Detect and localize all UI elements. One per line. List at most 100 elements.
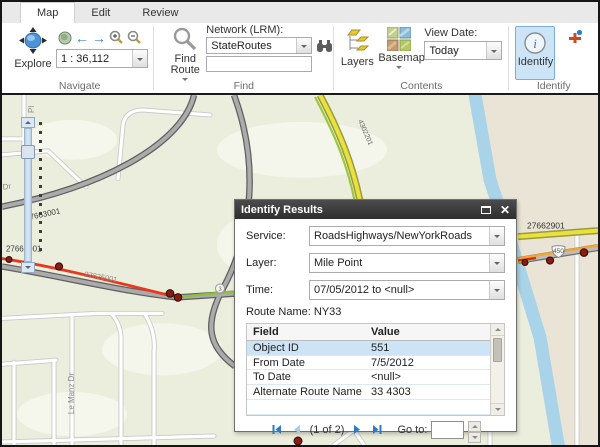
network-lrm-field: Network (LRM): StateRoutes — [206, 24, 312, 72]
time-value: 07/05/2012 to <null> — [310, 284, 489, 296]
spinner-down-icon[interactable] — [468, 432, 481, 443]
identify-icon: i — [523, 31, 547, 55]
scale-combo[interactable]: 1 : 36,112 — [56, 49, 148, 68]
maximize-icon[interactable] — [481, 206, 491, 214]
table-row[interactable]: Alternate Route Name 33 4303 — [247, 385, 490, 400]
table-row[interactable]: From Date 7/5/2012 — [247, 356, 490, 371]
back-arrow-icon[interactable]: ← — [75, 31, 89, 45]
table-header: Field Value — [247, 324, 490, 341]
explore-label: Explore — [14, 58, 51, 70]
svg-text:i: i — [534, 36, 538, 51]
binoculars-icon[interactable] — [316, 39, 333, 54]
identify-route-location-icon[interactable] — [567, 29, 583, 45]
tab-edit[interactable]: Edit — [75, 2, 126, 23]
goto-spinner[interactable] — [468, 421, 481, 439]
table-row-partial — [247, 400, 490, 415]
chevron-down-icon[interactable] — [132, 50, 147, 67]
forward-arrow-icon[interactable]: → — [92, 31, 106, 45]
spinner-up-icon[interactable] — [468, 421, 481, 432]
group-label-find: Find — [154, 80, 333, 92]
zoom-out-icon[interactable] — [127, 30, 142, 45]
layer-value: Mile Point — [310, 257, 489, 269]
scroll-down-icon[interactable] — [491, 403, 504, 415]
zoom-slider-up-button[interactable] — [21, 117, 35, 128]
dialog-body: Service: RoadsHighways/NewYorkRoads Laye… — [235, 219, 516, 443]
ribbon: Explore ← → — [2, 23, 598, 93]
next-page-icon[interactable] — [351, 423, 364, 436]
dialog-title: Identify Results — [241, 204, 323, 216]
close-icon[interactable]: ✕ — [500, 204, 510, 216]
globe-icon[interactable] — [58, 31, 72, 45]
last-page-icon[interactable] — [371, 423, 384, 436]
time-combo[interactable]: 07/05/2012 to <null> — [309, 280, 505, 300]
group-find: Find Route Network (LRM): StateRoutes — [154, 23, 333, 93]
street-label-pl: Pl — [27, 106, 36, 113]
dialog-title-bar[interactable]: Identify Results ✕ — [235, 200, 516, 219]
time-field: Time: 07/05/2012 to <null> — [246, 280, 505, 300]
street-label-dr: Dr — [2, 182, 12, 192]
layer-field: Layer: Mile Point — [246, 253, 505, 273]
view-date-label: View Date: — [424, 27, 502, 39]
service-value: RoadsHighways/NewYorkRoads — [310, 230, 489, 242]
table-row[interactable]: To Date <null> — [247, 370, 490, 385]
chevron-down-icon — [396, 66, 402, 72]
group-label-navigate: Navigate — [6, 80, 153, 92]
basemap-button[interactable]: Basemap — [378, 27, 420, 75]
tab-map[interactable]: Map — [20, 2, 75, 23]
basemap-icon — [387, 27, 411, 51]
layer-label: Layer: — [246, 257, 309, 269]
group-label-contents: Contents — [334, 80, 508, 92]
zoom-in-icon[interactable] — [109, 30, 124, 45]
route-name-label: Route Name: — [246, 306, 311, 318]
service-field: Service: RoadsHighways/NewYorkRoads — [246, 226, 505, 246]
find-route-label-2: Route — [171, 64, 200, 76]
chevron-down-icon[interactable] — [296, 38, 311, 53]
table-row[interactable]: Object ID 551 — [247, 341, 490, 356]
identify-results-dialog: Identify Results ✕ Service: RoadsHighway… — [234, 199, 517, 432]
svg-text:450: 450 — [553, 248, 564, 255]
group-contents: Layers Basemap View Date: — [334, 23, 508, 93]
identify-label: Identify — [518, 56, 553, 68]
value-column-header: Value — [365, 324, 490, 340]
road-label-right: 27662901 — [527, 221, 565, 231]
magnifier-icon — [172, 26, 198, 52]
zoom-slider-down-button[interactable] — [21, 262, 35, 273]
goto-page-input[interactable] — [431, 421, 464, 439]
goto-label: Go to: — [397, 424, 427, 436]
route-combo-empty[interactable] — [206, 56, 312, 72]
basemap-label: Basemap — [378, 52, 424, 64]
street-label-le-manz-dr: Le Manz Dr — [67, 373, 76, 414]
identify-button[interactable]: i Identify — [515, 26, 555, 80]
group-navigate: Explore ← → — [6, 23, 153, 93]
page-indicator: (1 of 2) — [310, 424, 345, 436]
view-date-field: View Date: Today — [424, 27, 502, 60]
network-lrm-label: Network (LRM): — [206, 24, 312, 36]
first-page-icon[interactable] — [270, 423, 283, 436]
application-window: Map Edit Review Explore — [0, 0, 600, 447]
ribbon-tab-bar: Map Edit Review — [2, 2, 598, 23]
route-name-line: Route Name: NY33 — [246, 306, 505, 318]
service-label: Service: — [246, 230, 309, 242]
chevron-down-icon[interactable] — [489, 281, 504, 299]
layers-button[interactable]: Layers — [339, 27, 375, 68]
zoom-slider-thumb[interactable] — [21, 145, 35, 159]
network-lrm-combo[interactable]: StateRoutes — [206, 37, 312, 54]
explore-button[interactable]: Explore — [10, 27, 56, 70]
tab-review[interactable]: Review — [126, 2, 194, 23]
chevron-down-icon[interactable] — [489, 227, 504, 245]
junction-marker: 3 — [216, 284, 225, 293]
scroll-up-icon[interactable] — [491, 324, 504, 336]
chevron-down-icon[interactable] — [489, 254, 504, 272]
map-view[interactable]: 3 450 27663001 27663001 27825001 2766290… — [2, 93, 598, 445]
service-combo[interactable]: RoadsHighways/NewYorkRoads — [309, 226, 505, 246]
view-date-combo[interactable]: Today — [424, 41, 502, 60]
time-label: Time: — [246, 284, 309, 296]
pagination-bar: (1 of 2) Go to: — [246, 416, 505, 443]
layer-combo[interactable]: Mile Point — [309, 253, 505, 273]
table-scrollbar[interactable] — [490, 324, 504, 415]
find-route-button[interactable]: Find Route — [162, 26, 208, 87]
zoom-slider[interactable] — [21, 117, 36, 273]
chevron-down-icon[interactable] — [486, 42, 501, 59]
scrollbar-thumb[interactable] — [493, 338, 502, 362]
previous-page-icon[interactable] — [290, 423, 303, 436]
